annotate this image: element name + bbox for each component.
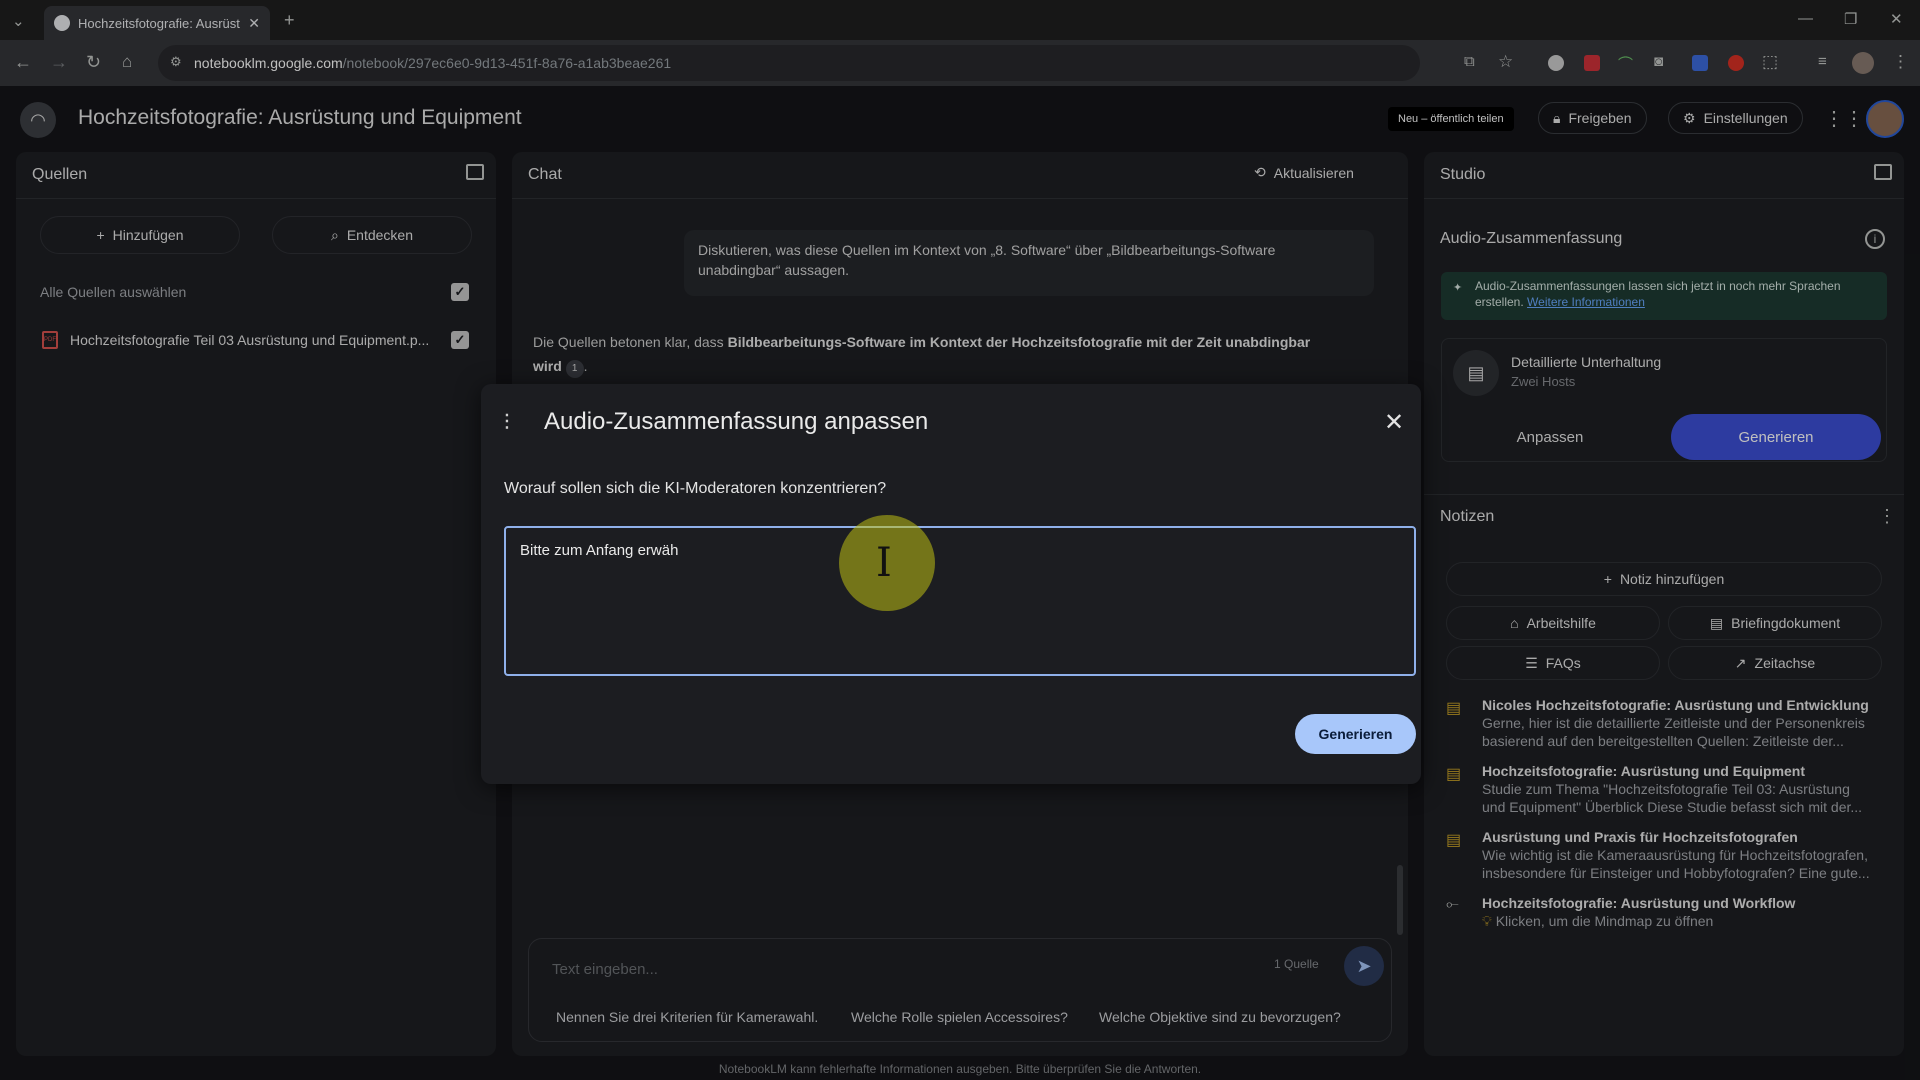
dialog-generate-label: Generieren	[1318, 726, 1393, 742]
dialog-title: Audio-Zusammenfassung anpassen	[544, 408, 929, 435]
text-cursor-icon: I	[876, 540, 892, 586]
dialog-generate-button[interactable]: Generieren	[1295, 714, 1416, 754]
focus-question: Worauf sollen sich die KI-Moderatoren ko…	[504, 480, 887, 497]
focus-textarea[interactable]: Bitte zum Anfang erwäh	[504, 526, 1416, 676]
audio-waveform-icon: ⫶	[504, 410, 510, 435]
close-dialog-icon[interactable]: ✕	[1384, 408, 1404, 437]
